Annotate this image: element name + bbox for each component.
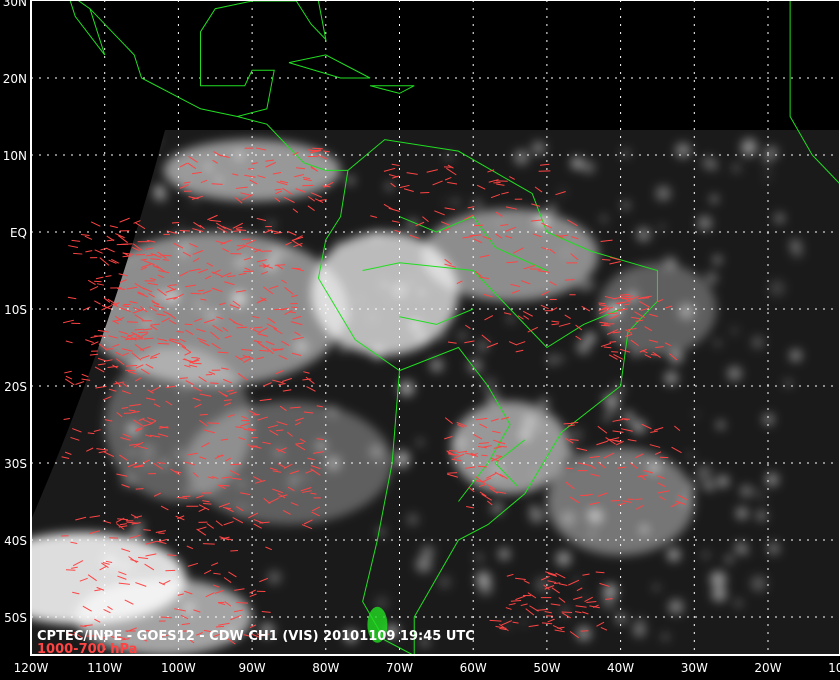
wind-barb: [276, 429, 284, 432]
wind-barb: [561, 611, 573, 613]
wind-barb: [162, 259, 169, 261]
wind-barb: [603, 323, 615, 325]
wind-barb: [80, 625, 87, 627]
wind-barb: [601, 324, 611, 327]
wind-barb: [495, 455, 503, 457]
latitude-label: 50S: [4, 611, 27, 625]
latitude-label: 20S: [4, 380, 27, 394]
wind-barb: [135, 488, 144, 490]
wind-barb: [605, 598, 613, 600]
wind-barb: [609, 341, 617, 343]
latitude-label: 20N: [3, 72, 27, 86]
wind-barb: [248, 167, 255, 170]
wind-barb: [167, 554, 177, 556]
wind-barb: [211, 183, 223, 185]
latitude-label: 40S: [4, 534, 27, 548]
longitude-label: 40W: [607, 661, 634, 675]
wind-barb: [447, 472, 458, 474]
wind-barb: [65, 569, 76, 571]
wind-barb: [203, 503, 212, 505]
wind-barb: [312, 147, 323, 150]
wind-barb: [192, 362, 202, 365]
wind-barb: [184, 323, 193, 326]
wind-barb: [230, 549, 239, 552]
wind-barb: [478, 465, 487, 468]
pressure-level-label: 1000-700 hPa: [37, 642, 137, 657]
satellite-map: 30N 20N 10N EQ 10S 20S 30S 40S 50S 120W 110W 100W 90…: [0, 0, 840, 680]
wind-barb: [73, 252, 83, 255]
longitude-label: 20W: [754, 661, 781, 675]
wind-barb: [125, 365, 138, 367]
longitude-label: 60W: [460, 661, 487, 675]
wind-barb: [215, 625, 225, 628]
longitude-label: 70W: [386, 661, 413, 675]
wind-barb: [565, 467, 573, 470]
wind-barb: [157, 342, 170, 345]
wind-barb: [207, 422, 220, 424]
wind-barb: [182, 495, 191, 498]
wind-barb: [190, 292, 202, 295]
wind-barb: [210, 382, 219, 384]
wind-barb: [274, 264, 286, 266]
longitude-label: 110W: [87, 661, 122, 675]
wind-barb: [224, 399, 232, 401]
wind-barb: [242, 238, 251, 241]
latitude-label: 30N: [3, 0, 27, 9]
longitude-label: 120W: [14, 661, 49, 675]
latitude-label: 10N: [3, 149, 27, 163]
wind-barb: [598, 302, 606, 305]
latitude-label: 10S: [4, 303, 27, 317]
latitude-label: EQ: [10, 226, 27, 240]
wind-barb: [191, 356, 199, 359]
wind-barb: [474, 224, 484, 227]
wind-barb: [143, 529, 151, 531]
longitude-label: 50W: [533, 661, 560, 675]
latitude-label: 30S: [4, 457, 27, 471]
wind-barb: [125, 369, 136, 372]
wind-barb: [564, 279, 575, 281]
longitude-label: 100W: [161, 661, 196, 675]
wind-barb: [126, 321, 138, 323]
wind-barb: [199, 413, 208, 416]
wind-barb: [602, 258, 611, 261]
wind-barb: [236, 602, 248, 604]
wind-barb: [291, 306, 298, 309]
longitude-label: 10W: [828, 661, 840, 675]
wind-barb: [176, 331, 184, 333]
wind-barb: [610, 499, 620, 502]
longitude-label: 90W: [239, 661, 266, 675]
wind-barb: [481, 454, 488, 457]
longitude-label: 30W: [681, 661, 708, 675]
longitude-label: 80W: [312, 661, 339, 675]
